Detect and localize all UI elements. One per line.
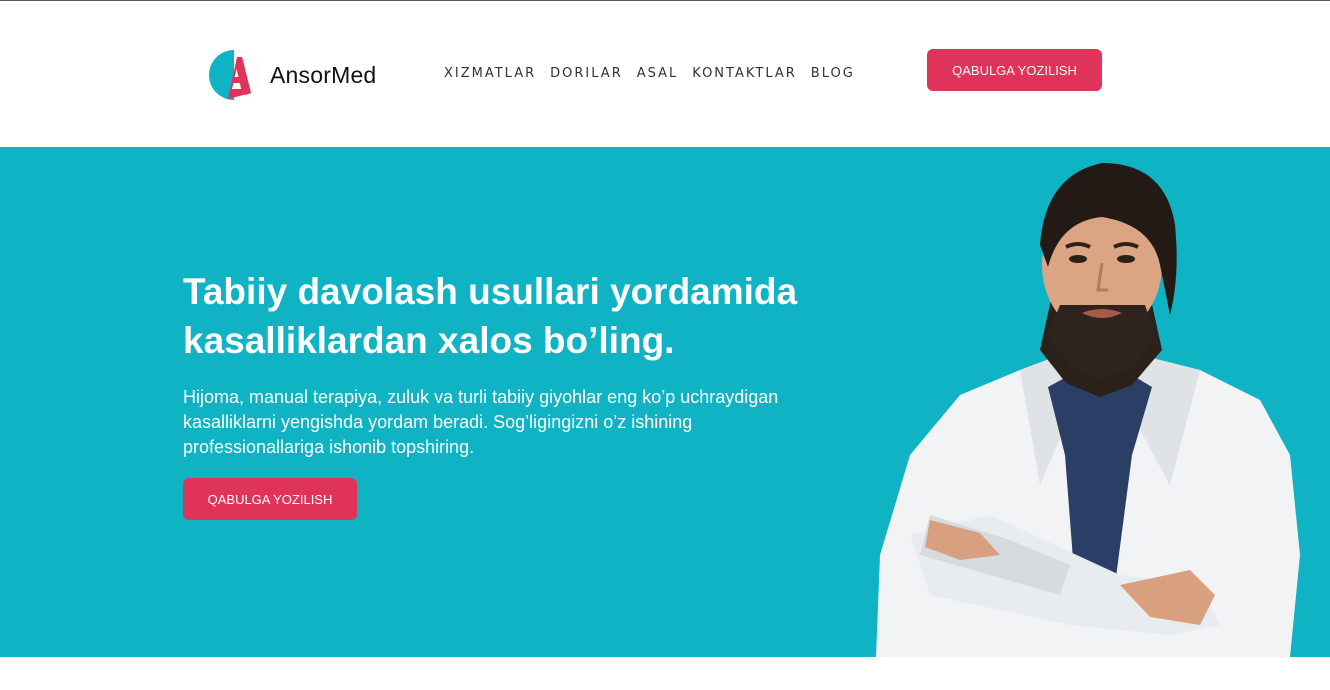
hero-title: Tabiiy davolash usullari yordamida kasal… [183, 271, 798, 361]
header-appointment-button[interactable]: QABULGA YOZILISH [927, 49, 1102, 91]
nav-item-dorilar[interactable]: DORILAR [550, 64, 623, 84]
page: AnsorMed XIZMATLAR DORILAR ASAL KONTAKTL… [0, 0, 1330, 690]
nav-item-blog[interactable]: BLOG [811, 64, 855, 84]
logo-text: AnsorMed [270, 61, 377, 88]
hero-section: Tabiiy davolash usullari yordamida kasal… [0, 147, 1330, 657]
nav-item-kontaktlar[interactable]: KONTAKTLAR [692, 64, 797, 84]
hero-subtitle: Hijoma, manual terapiya, zuluk va turli … [183, 387, 779, 457]
nav-item-xizmatlar[interactable]: XIZMATLAR [444, 64, 536, 84]
hero-appointment-button[interactable]: QABULGA YOZILISH [183, 478, 357, 520]
below-hero-area [0, 657, 1330, 690]
main-nav: XIZMATLAR DORILAR ASAL KONTAKTLAR BLOG [444, 64, 869, 84]
nav-item-asal[interactable]: ASAL [637, 64, 679, 84]
site-header: AnsorMed XIZMATLAR DORILAR ASAL KONTAKTL… [0, 1, 1330, 147]
ansormed-logo-icon [209, 50, 259, 100]
doctor-portrait-image [876, 163, 1300, 657]
logo-link[interactable]: AnsorMed [208, 49, 376, 101]
